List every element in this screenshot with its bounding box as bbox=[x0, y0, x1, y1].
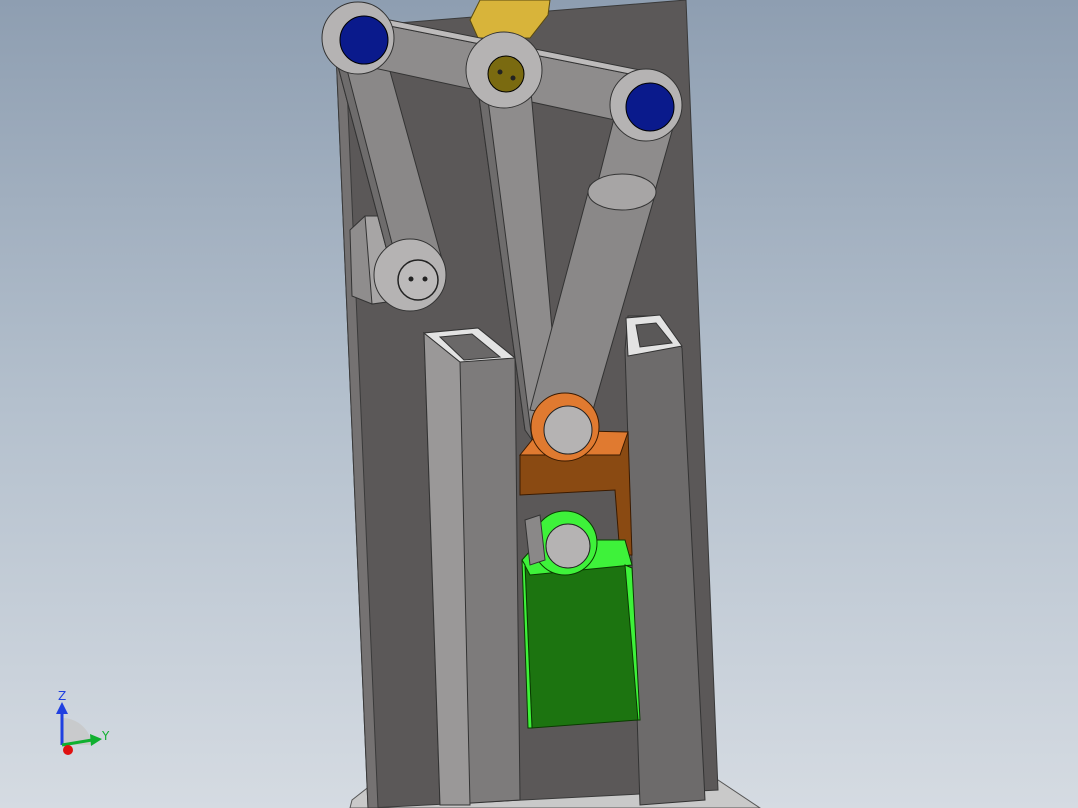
green-block-pin bbox=[545, 523, 591, 569]
right-top-pin bbox=[625, 82, 675, 132]
left-lower-pin-hole-1 bbox=[408, 276, 414, 282]
orange-block-pin bbox=[543, 405, 593, 455]
x-axis-dot bbox=[63, 745, 73, 755]
cad-viewport[interactable]: Z Y bbox=[0, 0, 1078, 808]
z-axis-label: Z bbox=[58, 689, 66, 703]
coordinate-triad: Z Y bbox=[56, 689, 110, 755]
z-axis-arrow bbox=[56, 702, 68, 714]
green-block-body bbox=[524, 549, 639, 729]
left-lower-pin-hole-2 bbox=[422, 276, 428, 282]
center-top-pin-hole-1 bbox=[497, 69, 503, 75]
right-connecting-arm-top bbox=[587, 173, 657, 211]
y-axis-arrow bbox=[90, 734, 102, 746]
y-axis-label: Y bbox=[101, 729, 110, 743]
left-top-pin bbox=[339, 15, 389, 65]
center-top-pin-hole-2 bbox=[510, 75, 516, 81]
mechanism-model: Z Y bbox=[56, 0, 761, 808]
center-top-pin bbox=[487, 55, 525, 93]
left-lower-pin bbox=[397, 259, 439, 301]
